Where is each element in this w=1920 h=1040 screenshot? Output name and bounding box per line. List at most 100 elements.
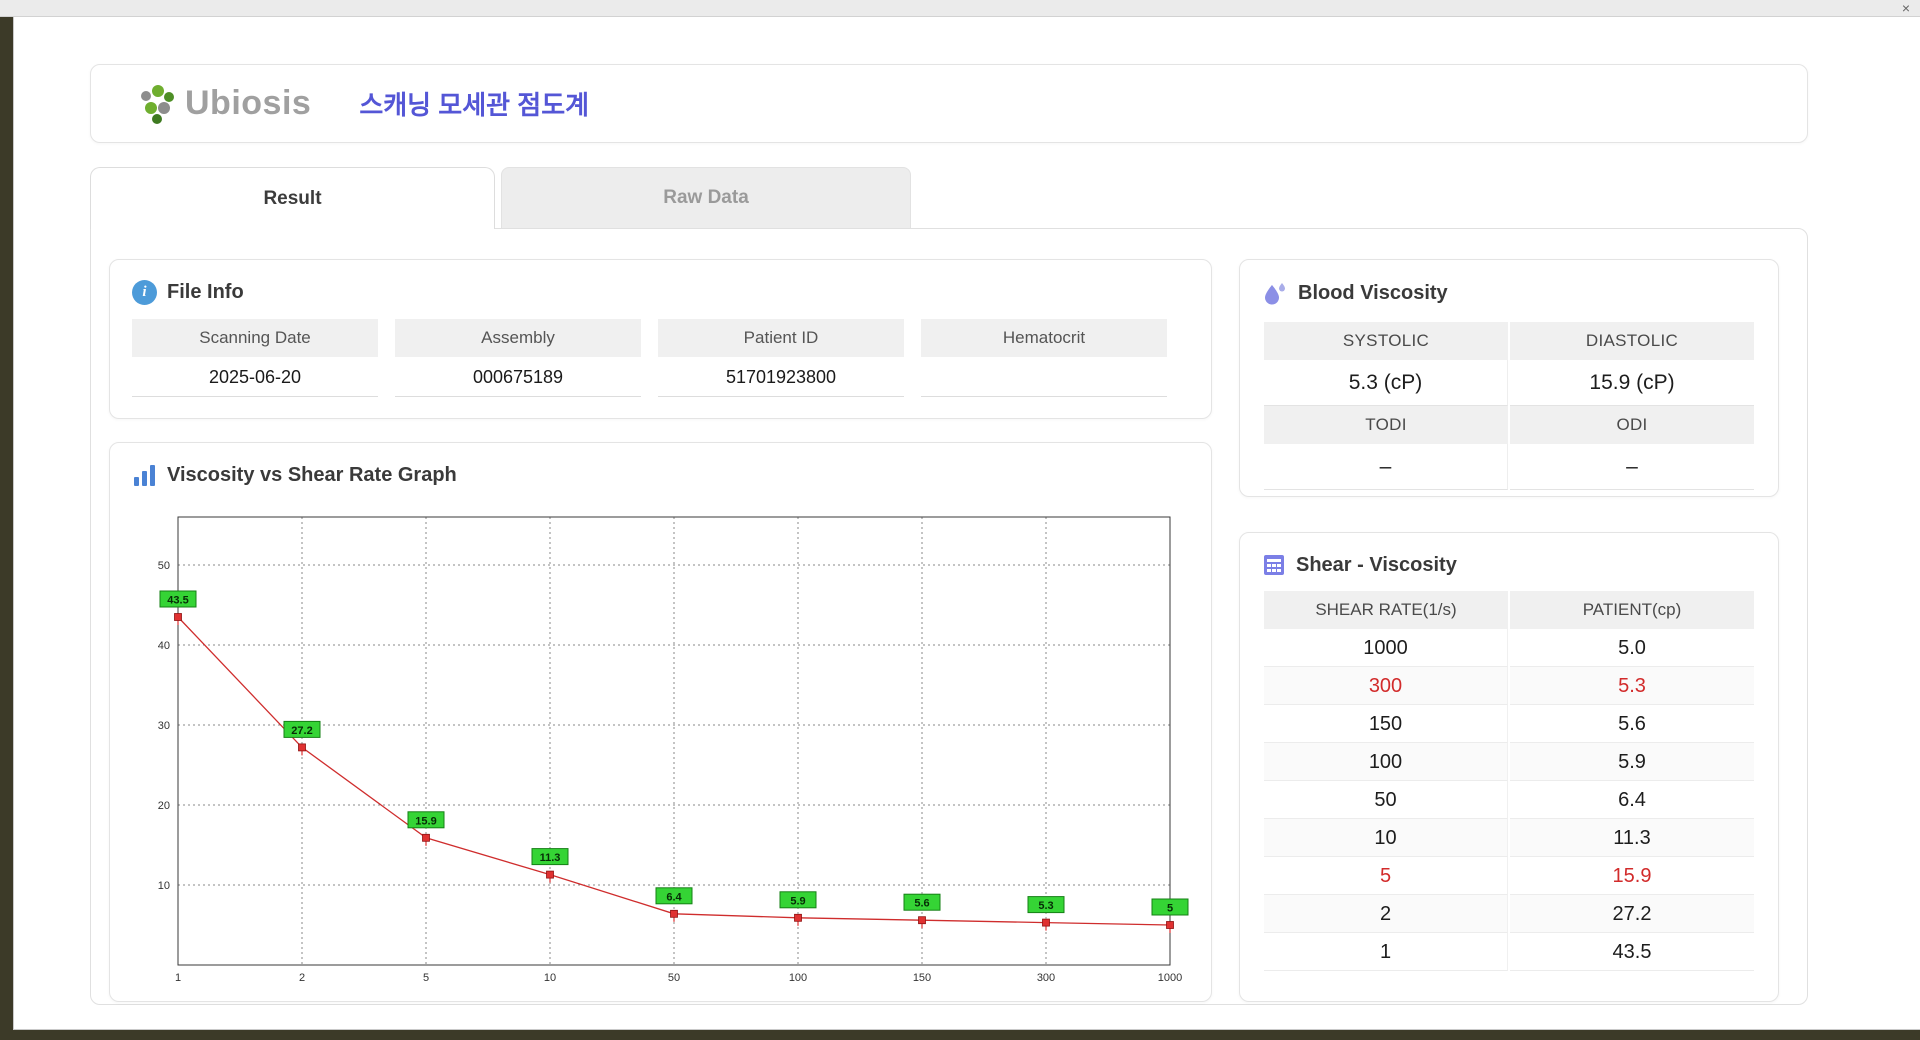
- blood-viscosity-table: SYSTOLIC DIASTOLIC 5.3 (cP) 15.9 (cP) TO…: [1264, 322, 1754, 490]
- file-info-field-scanning-date: Scanning Date 2025-06-20: [132, 319, 378, 397]
- patient-column-header: PATIENT(cp): [1510, 591, 1754, 629]
- shear-rate-column-header: SHEAR RATE(1/s): [1264, 591, 1508, 629]
- shear-table-row: 1 43.5: [1264, 933, 1754, 971]
- shear-table-row: 100 5.9: [1264, 743, 1754, 781]
- svg-text:1: 1: [175, 972, 181, 984]
- titlebar: ×: [0, 0, 1920, 17]
- shear-viscosity-card: Shear - Viscosity SHEAR RATE(1/s) PATIEN…: [1239, 532, 1779, 1002]
- bv-value-cell: –: [1264, 444, 1508, 490]
- desktop: { "titlebar": { "close": "×" }, "header"…: [0, 0, 1920, 1040]
- bv-header-cell: SYSTOLIC: [1264, 322, 1508, 360]
- ubiosis-logo: Ubiosis: [135, 82, 311, 126]
- svg-text:10: 10: [544, 972, 556, 984]
- field-label: Patient ID: [658, 319, 904, 357]
- close-icon[interactable]: ×: [1902, 0, 1910, 16]
- svg-text:27.2: 27.2: [291, 725, 312, 737]
- patient-viscosity-cell: 5.0: [1510, 629, 1754, 667]
- shear-table-row: 300 5.3: [1264, 667, 1754, 705]
- field-label: Scanning Date: [132, 319, 378, 357]
- shear-rate-cell: 150: [1264, 705, 1508, 743]
- logo-leaf-icon: [141, 84, 174, 124]
- tab-raw-data[interactable]: Raw Data: [501, 167, 911, 228]
- header-card: Ubiosis 스캐닝 모세관 점도계: [90, 64, 1808, 143]
- file-info-title: File Info: [167, 281, 244, 303]
- graph-card: Viscosity vs Shear Rate Graph 10 20 30 40 50…: [109, 442, 1212, 1002]
- table-grid-icon: [1264, 555, 1284, 575]
- svg-text:100: 100: [789, 972, 807, 984]
- field-value: [921, 357, 1167, 397]
- bv-header-cell: DIASTOLIC: [1510, 322, 1754, 360]
- field-label: Assembly: [395, 319, 641, 357]
- shear-table-header-row: SHEAR RATE(1/s) PATIENT(cp): [1264, 591, 1754, 629]
- app-title: 스캐닝 모세관 점도계: [359, 90, 590, 120]
- svg-text:5.9: 5.9: [790, 895, 805, 907]
- shear-rate-cell: 10: [1264, 819, 1508, 857]
- file-info-field-assembly: Assembly 000675189: [395, 319, 641, 397]
- patient-viscosity-cell: 6.4: [1510, 781, 1754, 819]
- shear-table-row: 5 15.9: [1264, 857, 1754, 895]
- bv-value-cell: 15.9 (cP): [1510, 360, 1754, 406]
- svg-text:5: 5: [1167, 903, 1173, 915]
- shear-rate-cell: 1: [1264, 933, 1508, 971]
- tab-result[interactable]: Result: [90, 167, 495, 229]
- bv-header-cell: ODI: [1510, 406, 1754, 444]
- blood-viscosity-value-row: 5.3 (cP) 15.9 (cP): [1264, 360, 1754, 406]
- svg-text:50: 50: [668, 972, 680, 984]
- svg-text:6.4: 6.4: [666, 891, 682, 903]
- file-info-field-hematocrit: Hematocrit: [921, 319, 1167, 397]
- blood-viscosity-header-row: SYSTOLIC DIASTOLIC: [1264, 322, 1754, 360]
- patient-viscosity-cell: 15.9: [1510, 857, 1754, 895]
- svg-text:300: 300: [1037, 972, 1055, 984]
- field-value: 51701923800: [658, 357, 904, 397]
- shear-rate-cell: 5: [1264, 857, 1508, 895]
- viscosity-shear-chart-svg: 10 20 30 40 50 1 2 5 10 50 100 150 300 1000 43.5 27.2 15…: [158, 516, 1189, 984]
- bv-value-cell: 5.3 (cP): [1264, 360, 1508, 406]
- svg-text:30: 30: [158, 720, 170, 732]
- shear-viscosity-title: Shear - Viscosity: [1296, 553, 1457, 576]
- shear-rate-cell: 50: [1264, 781, 1508, 819]
- shear-table-row: 2 27.2: [1264, 895, 1754, 933]
- patient-viscosity-cell: 43.5: [1510, 933, 1754, 971]
- blood-viscosity-title: Blood Viscosity: [1298, 281, 1448, 304]
- shear-table-row: 150 5.6: [1264, 705, 1754, 743]
- blood-viscosity-value-row: – –: [1264, 444, 1754, 490]
- bar-chart-icon: [134, 465, 155, 486]
- shear-table-row: 50 6.4: [1264, 781, 1754, 819]
- svg-text:15.9: 15.9: [415, 815, 436, 827]
- shear-rate-cell: 100: [1264, 743, 1508, 781]
- info-icon: i: [132, 280, 157, 305]
- svg-text:50: 50: [158, 560, 170, 572]
- svg-text:1000: 1000: [1158, 972, 1182, 984]
- patient-viscosity-cell: 27.2: [1510, 895, 1754, 933]
- svg-text:40: 40: [158, 640, 170, 652]
- svg-text:11.3: 11.3: [540, 852, 561, 864]
- patient-viscosity-cell: 11.3: [1510, 819, 1754, 857]
- blood-viscosity-card: Blood Viscosity SYSTOLIC DIASTOLIC 5.3 (…: [1239, 259, 1779, 497]
- file-info-field-patient-id: Patient ID 51701923800: [658, 319, 904, 397]
- graph-title: Viscosity vs Shear Rate Graph: [167, 464, 457, 486]
- field-label: Hematocrit: [921, 319, 1167, 357]
- shear-viscosity-table: SHEAR RATE(1/s) PATIENT(cp) 1000 5.0 300…: [1264, 591, 1754, 971]
- svg-text:43.5: 43.5: [167, 595, 188, 607]
- file-info-fields: Scanning Date 2025-06-20 Assembly 000675…: [110, 305, 1211, 397]
- patient-viscosity-cell: 5.9: [1510, 743, 1754, 781]
- svg-text:5.3: 5.3: [1038, 900, 1053, 912]
- file-info-card: i File Info Scanning Date 2025-06-20 Ass…: [109, 259, 1212, 419]
- blood-viscosity-header-row: TODI ODI: [1264, 406, 1754, 444]
- svg-text:5.6: 5.6: [914, 898, 929, 910]
- shear-table-row: 1000 5.0: [1264, 629, 1754, 667]
- viscosity-chart: 10 20 30 40 50 1 2 5 10 50 100 150 300 1000 43.5 27.2 15…: [128, 501, 1203, 1001]
- svg-text:150: 150: [913, 972, 931, 984]
- svg-text:5: 5: [423, 972, 429, 984]
- droplet-icon: [1265, 283, 1285, 305]
- patient-viscosity-cell: 5.6: [1510, 705, 1754, 743]
- field-value: 2025-06-20: [132, 357, 378, 397]
- shear-rate-cell: 2: [1264, 895, 1508, 933]
- shear-rate-cell: 300: [1264, 667, 1508, 705]
- patient-viscosity-cell: 5.3: [1510, 667, 1754, 705]
- field-value: 000675189: [395, 357, 641, 397]
- shear-rate-cell: 1000: [1264, 629, 1508, 667]
- bv-header-cell: TODI: [1264, 406, 1508, 444]
- svg-text:2: 2: [299, 972, 305, 984]
- svg-text:20: 20: [158, 800, 170, 812]
